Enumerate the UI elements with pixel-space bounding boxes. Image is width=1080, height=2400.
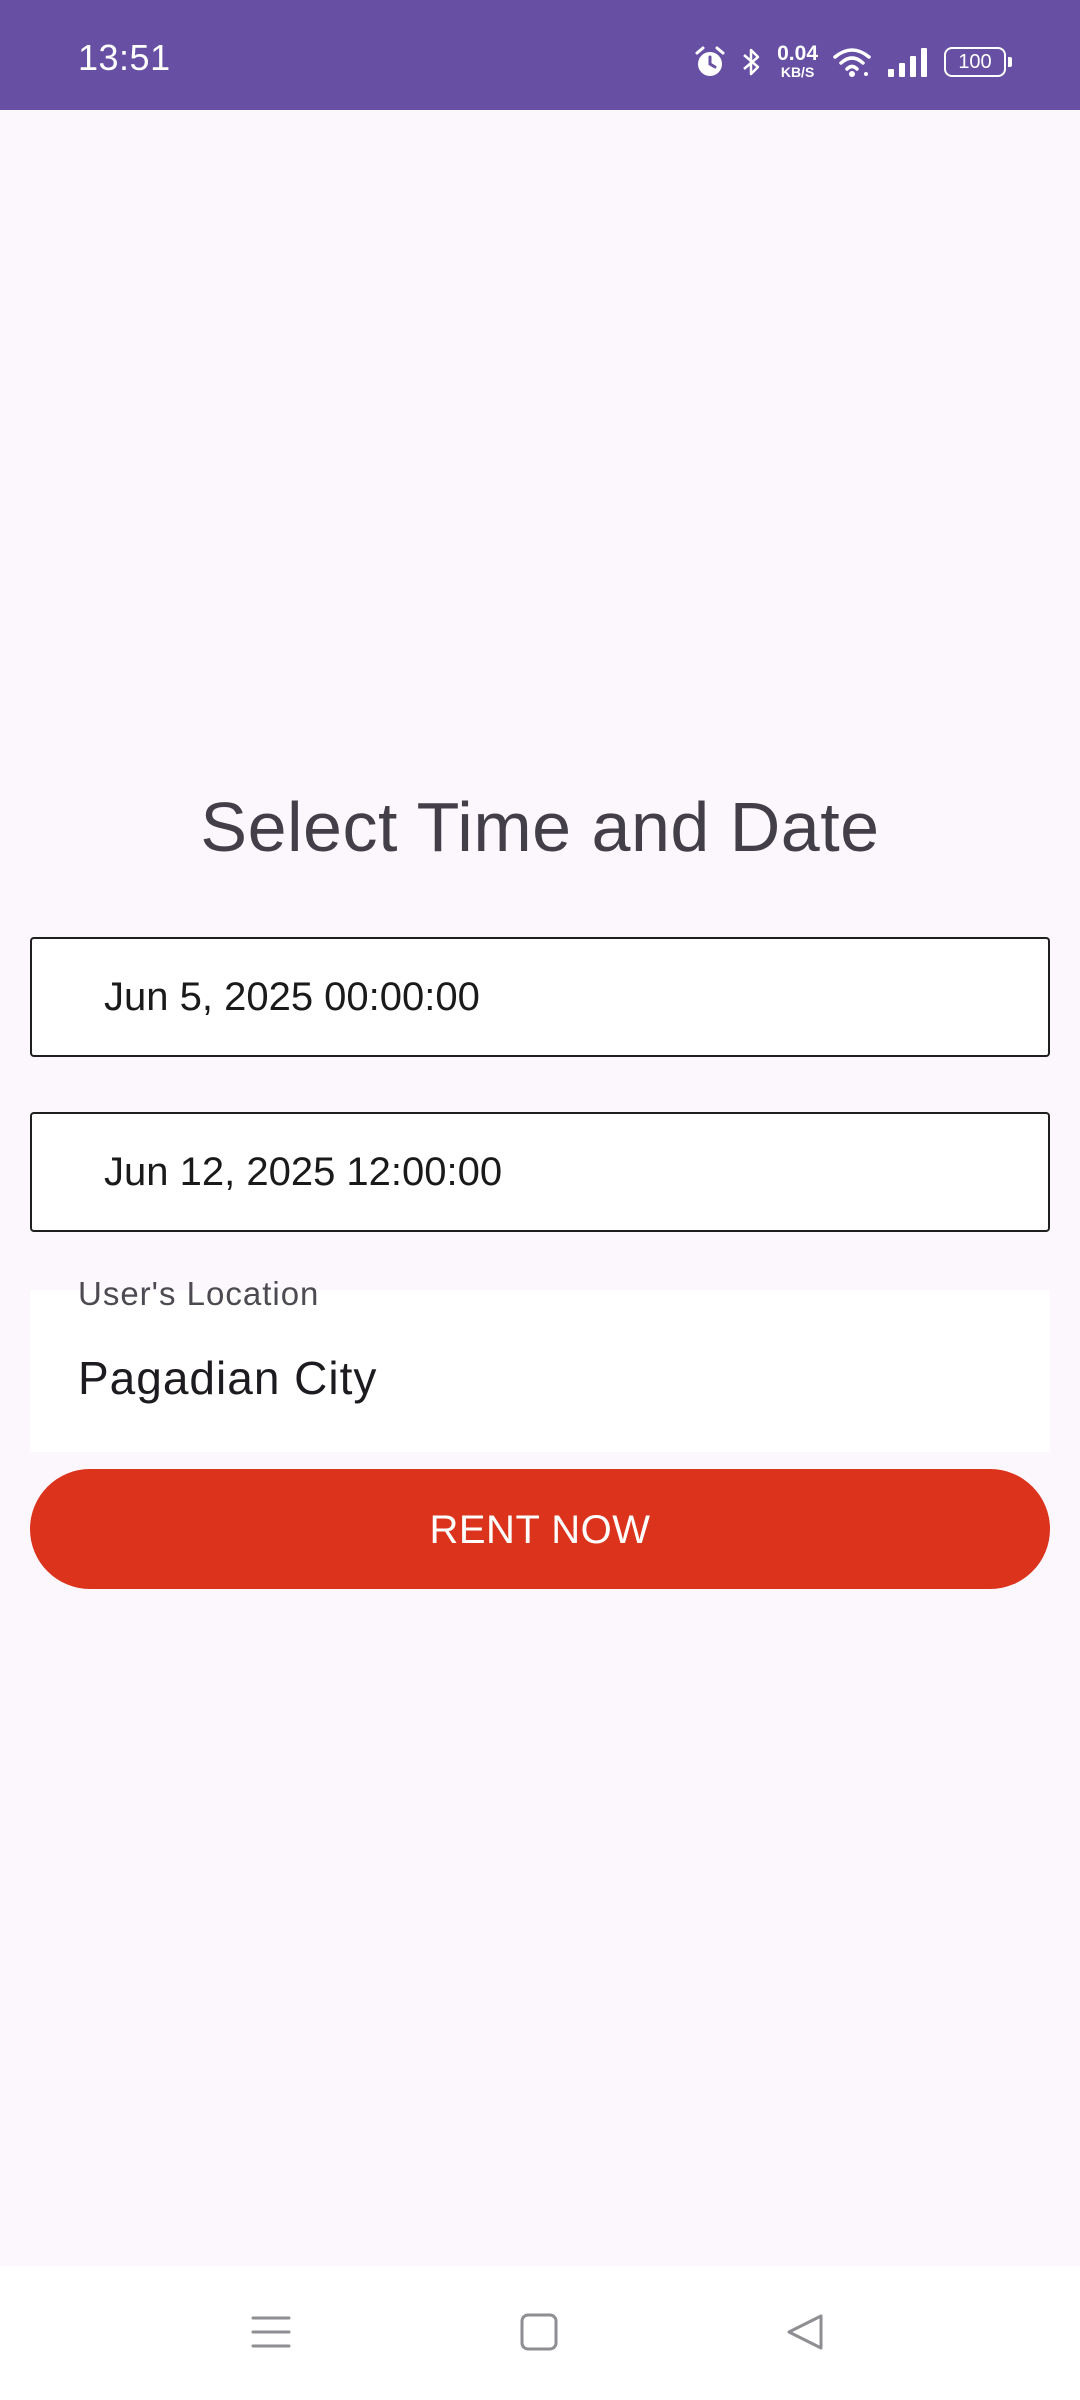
net-speed-unit: KB/S (780, 64, 815, 80)
navigation-bar (0, 2266, 1080, 2400)
status-bar: 13:51 0.04 KB/S 100 (0, 0, 1080, 110)
status-icons: 0.04 KB/S 100 (693, 38, 1012, 86)
page-title: Select Time and Date (200, 788, 880, 866)
location-input[interactable] (78, 1346, 998, 1410)
end-datetime-value: Jun 12, 2025 12:00:00 (104, 1150, 503, 1194)
menu-icon[interactable] (236, 2300, 306, 2364)
home-icon[interactable] (504, 2300, 574, 2364)
status-time: 13:51 (78, 37, 171, 78)
rent-now-button[interactable]: RENT NOW (30, 1469, 1050, 1589)
start-datetime-value: Jun 5, 2025 00:00:00 (104, 975, 480, 1019)
back-icon[interactable] (770, 2300, 840, 2364)
wifi-icon (832, 45, 872, 79)
location-label: User's Location (78, 1275, 320, 1312)
battery-icon: 100 (944, 47, 1012, 77)
location-field[interactable] (30, 1290, 1050, 1452)
end-datetime-field[interactable]: Jun 12, 2025 12:00:00 (30, 1112, 1050, 1232)
start-datetime-field[interactable]: Jun 5, 2025 00:00:00 (30, 937, 1050, 1057)
bluetooth-icon (741, 45, 763, 79)
net-speed: 0.04 KB/S (777, 43, 818, 79)
alarm-icon (693, 45, 727, 79)
net-speed-value: 0.04 (777, 42, 818, 65)
signal-icon (886, 45, 930, 79)
